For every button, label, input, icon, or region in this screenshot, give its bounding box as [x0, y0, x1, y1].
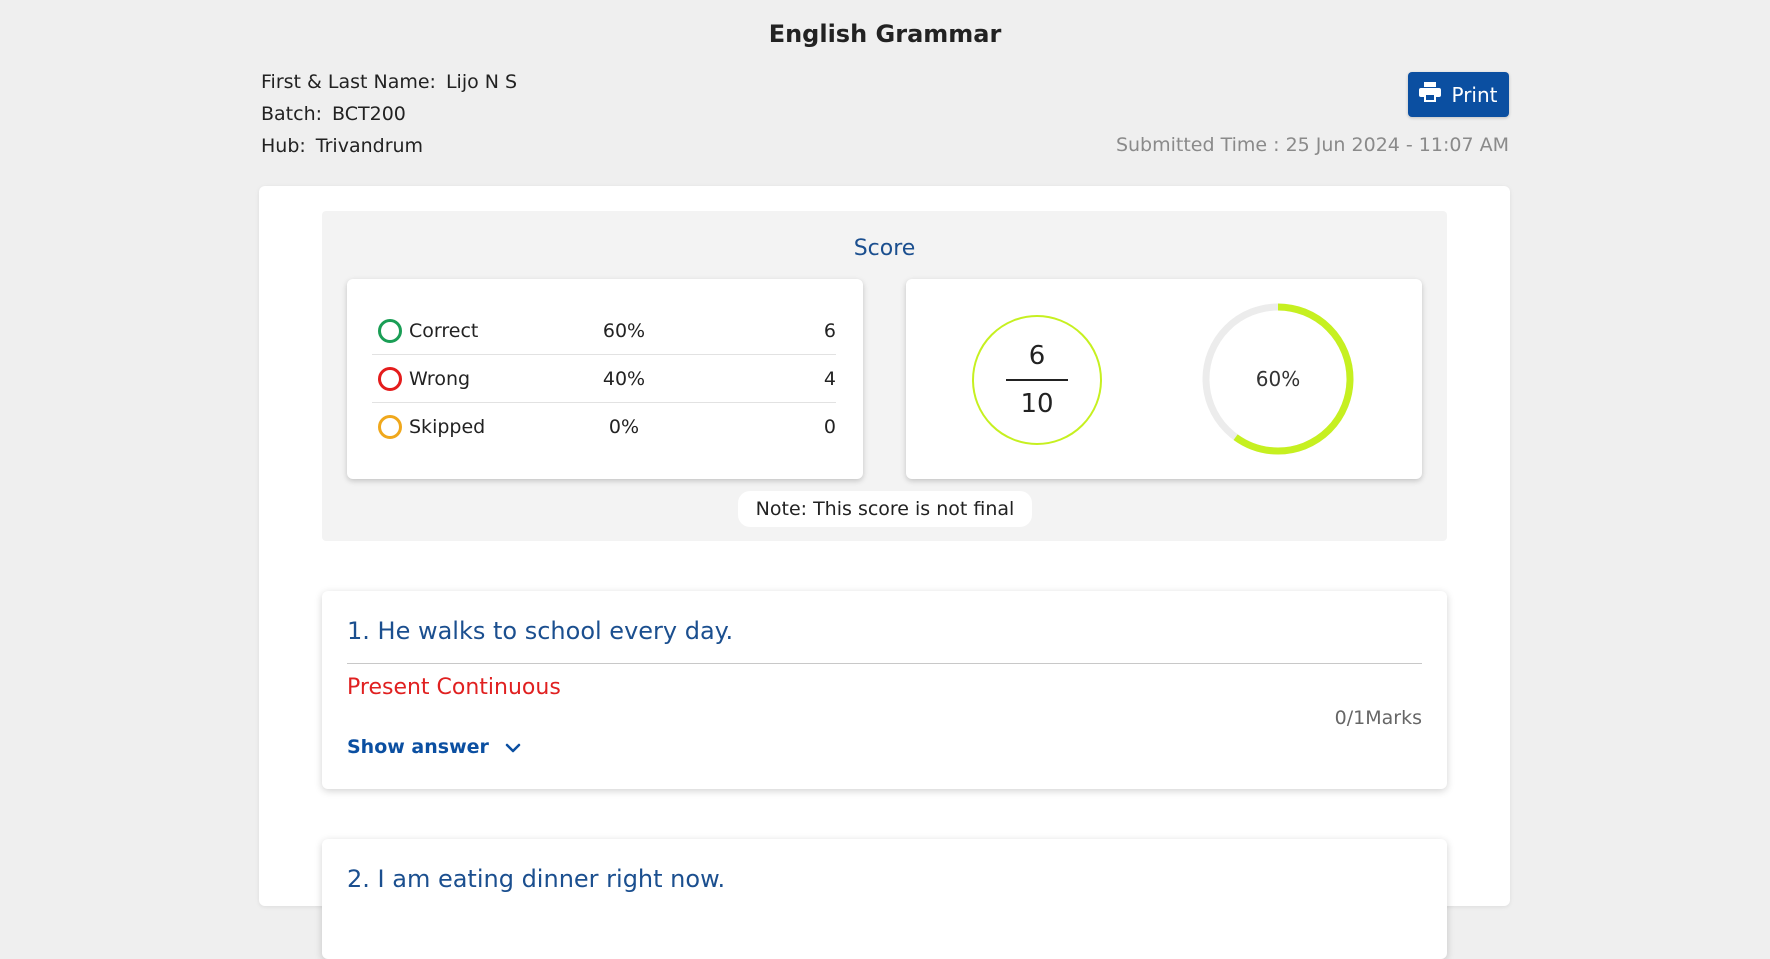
hub-value: Trivandrum: [315, 135, 424, 157]
score-title: Score: [853, 236, 916, 261]
stat-percent: 60%: [602, 319, 646, 342]
batch-label: Batch:: [261, 103, 323, 125]
score-section: Score Correct 60% 6 Wrong 40% 4 Skipped …: [322, 211, 1447, 541]
correct-ring-icon: [378, 318, 402, 343]
show-answer-button[interactable]: Show answer: [347, 736, 521, 758]
stat-percent: 40%: [602, 367, 646, 390]
score-breakdown-card: Correct 60% 6 Wrong 40% 4 Skipped 0% 0: [347, 279, 863, 479]
score-obtained: 6: [1028, 341, 1046, 371]
score-summary-card: 6 10 60%: [906, 279, 1422, 479]
question-marks: 0/1Marks: [1334, 707, 1422, 729]
hub-label: Hub:: [261, 135, 306, 157]
results-panel: Score Correct 60% 6 Wrong 40% 4 Skipped …: [259, 186, 1510, 959]
donut-percent-label: 60%: [1255, 367, 1301, 391]
score-total: 10: [1020, 389, 1054, 419]
print-button[interactable]: Print: [1408, 72, 1509, 117]
question-card: 2. I am eating dinner right now.: [322, 839, 1447, 959]
student-info: First & Last Name: Lijo N S Batch: BCT200 …: [261, 66, 517, 162]
stat-label: Skipped: [409, 416, 486, 438]
stat-label: Correct: [409, 319, 479, 342]
question-title: 2. I am eating dinner right now.: [347, 865, 726, 893]
chevron-down-icon: [505, 736, 521, 758]
wrong-ring-icon: [378, 366, 402, 391]
stat-row-wrong: Wrong 40% 4: [372, 355, 836, 403]
name-row: First & Last Name: Lijo N S: [261, 66, 517, 98]
submitted-time: Submitted Time : 25 Jun 2024 - 11:07 AM: [1115, 134, 1509, 156]
stat-row-correct: Correct 60% 6: [372, 307, 836, 355]
name-label: First & Last Name:: [261, 71, 436, 93]
print-label: Print: [1451, 82, 1498, 107]
page-title: English Grammar: [768, 20, 1002, 48]
question-card: 1. He walks to school every day. Present…: [322, 591, 1447, 789]
printer-icon: [1419, 82, 1442, 107]
stat-count: 4: [823, 367, 836, 390]
score-fraction: 6 10: [972, 315, 1102, 445]
stat-row-skipped: Skipped 0% 0: [372, 403, 836, 451]
question-title: 1. He walks to school every day.: [347, 617, 734, 645]
selected-answer: Present Continuous: [347, 675, 561, 700]
stat-count: 6: [823, 319, 836, 342]
show-answer-label: Show answer: [347, 736, 489, 758]
fraction-bar: [1006, 379, 1068, 381]
stat-label: Wrong: [409, 367, 471, 390]
score-note: Note: This score is not final: [738, 491, 1032, 527]
question-divider: [347, 663, 1422, 664]
batch-row: Batch: BCT200: [261, 98, 517, 130]
skipped-ring-icon: [378, 415, 402, 439]
batch-value: BCT200: [332, 103, 406, 125]
hub-row: Hub: Trivandrum: [261, 130, 517, 162]
stat-count: 0: [823, 416, 836, 438]
stat-percent: 0%: [608, 416, 640, 438]
name-value: Lijo N S: [445, 71, 518, 93]
